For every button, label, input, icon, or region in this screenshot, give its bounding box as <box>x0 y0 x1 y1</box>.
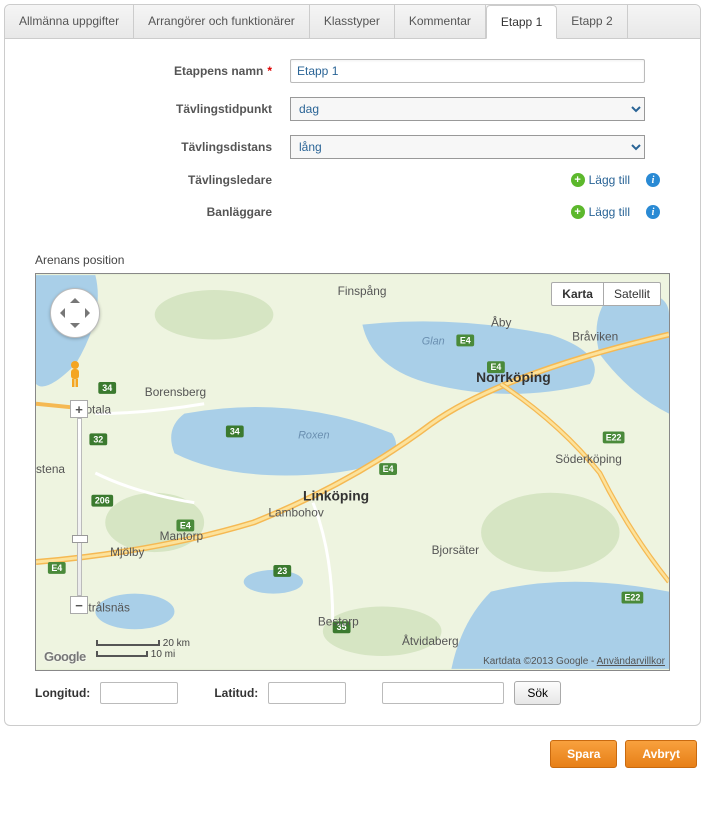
longitude-input[interactable] <box>100 682 178 704</box>
form-area: Etappens namn* Tävlingstidpunkt dag Tävl… <box>5 39 700 247</box>
svg-text:Åby: Åby <box>491 315 512 330</box>
zoom-slider-handle[interactable] <box>72 535 88 543</box>
svg-text:Åtvidaberg: Åtvidaberg <box>402 633 459 648</box>
svg-text:Mjölby: Mjölby <box>110 545 144 559</box>
zoom-in-button[interactable]: + <box>70 400 88 418</box>
latitude-label: Latitud: <box>214 686 258 700</box>
plus-icon: + <box>571 173 585 187</box>
svg-text:E4: E4 <box>460 335 471 345</box>
footer-buttons: Spara Avbryt <box>0 740 697 768</box>
longitude-label: Longitud: <box>35 686 90 700</box>
arena-position-label: Arenans position <box>35 253 700 267</box>
add-planner-link[interactable]: + Lägg till <box>571 205 630 219</box>
search-button[interactable]: Sök <box>514 681 561 705</box>
google-logo: Google <box>44 649 86 664</box>
zoom-out-button[interactable]: − <box>70 596 88 614</box>
tab-organisers[interactable]: Arrangörer och funktionärer <box>134 5 310 38</box>
info-icon[interactable]: i <box>646 205 660 219</box>
svg-text:Lambohov: Lambohov <box>268 506 323 520</box>
competition-time-label: Tävlingstidpunkt <box>35 102 290 116</box>
map-type-satellite-button[interactable]: Satellit <box>604 283 660 305</box>
save-button[interactable]: Spara <box>550 740 617 768</box>
svg-text:34: 34 <box>102 383 112 393</box>
svg-text:Bråviken: Bråviken <box>572 329 618 343</box>
plus-icon: + <box>571 205 585 219</box>
competition-leader-label: Tävlingsledare <box>35 173 290 187</box>
svg-text:E4: E4 <box>51 563 62 573</box>
zoom-slider-track[interactable] <box>77 418 82 596</box>
svg-text:E22: E22 <box>606 432 622 442</box>
stage-name-input[interactable] <box>290 59 645 83</box>
tab-bar: Allmänna uppgifter Arrangörer och funkti… <box>5 5 700 39</box>
svg-text:Söderköping: Söderköping <box>555 452 622 466</box>
latitude-input[interactable] <box>268 682 346 704</box>
terms-link[interactable]: Användarvillkor <box>597 656 665 667</box>
pan-down-button[interactable] <box>70 323 80 333</box>
svg-text:23: 23 <box>277 566 287 576</box>
pan-control <box>50 288 100 338</box>
svg-text:Glan: Glan <box>422 335 445 347</box>
svg-text:E22: E22 <box>624 593 640 603</box>
svg-text:206: 206 <box>95 496 110 506</box>
svg-text:Bestorp: Bestorp <box>318 614 359 628</box>
competition-time-select[interactable]: dag <box>290 97 645 121</box>
course-planner-label: Banläggare <box>35 205 290 219</box>
tab-stage-2[interactable]: Etapp 2 <box>557 5 627 38</box>
map-container[interactable]: 34 34 32 206 E4 E4 E4 E4 E4 E22 E22 23 3… <box>35 273 670 671</box>
add-leader-link[interactable]: + Lägg till <box>571 173 630 187</box>
main-panel: Allmänna uppgifter Arrangörer och funkti… <box>4 4 701 726</box>
pan-left-button[interactable] <box>55 308 65 318</box>
info-icon[interactable]: i <box>646 173 660 187</box>
stage-name-label: Etappens namn* <box>35 64 290 78</box>
pan-right-button[interactable] <box>85 308 95 318</box>
svg-text:Bjorsäter: Bjorsäter <box>432 543 480 557</box>
streetview-pegman[interactable] <box>66 360 84 388</box>
pan-up-button[interactable] <box>70 293 80 303</box>
competition-distance-label: Tävlingsdistans <box>35 140 290 154</box>
svg-text:Norrköping: Norrköping <box>476 369 551 385</box>
svg-text:Roxen: Roxen <box>298 429 329 441</box>
map-canvas[interactable]: 34 34 32 206 E4 E4 E4 E4 E4 E22 E22 23 3… <box>36 274 669 670</box>
zoom-control: + − <box>70 400 88 614</box>
svg-text:stena: stena <box>36 462 65 476</box>
tab-general[interactable]: Allmänna uppgifter <box>5 5 134 38</box>
svg-text:Finspång: Finspång <box>338 284 387 298</box>
tab-comment[interactable]: Kommentar <box>395 5 486 38</box>
cancel-button[interactable]: Avbryt <box>625 740 697 768</box>
svg-text:32: 32 <box>93 434 103 444</box>
tab-stage-1[interactable]: Etapp 1 <box>486 5 557 39</box>
svg-text:E4: E4 <box>383 464 394 474</box>
svg-text:Linköping: Linköping <box>303 488 369 504</box>
competition-distance-select[interactable]: lång <box>290 135 645 159</box>
tab-classtypes[interactable]: Klasstyper <box>310 5 395 38</box>
svg-text:Mantorp: Mantorp <box>160 529 204 543</box>
map-search-input[interactable] <box>382 682 504 704</box>
map-type-control: Karta Satellit <box>551 282 661 306</box>
svg-text:Borensberg: Borensberg <box>145 385 206 399</box>
svg-text:34: 34 <box>230 426 240 436</box>
map-attribution: Kartdata ©2013 Google - Användarvillkor <box>483 656 665 667</box>
map-type-map-button[interactable]: Karta <box>552 283 604 305</box>
map-scale: 20 km 10 mi <box>96 638 190 660</box>
coordinate-row: Longitud: Latitud: Sök <box>35 681 670 705</box>
